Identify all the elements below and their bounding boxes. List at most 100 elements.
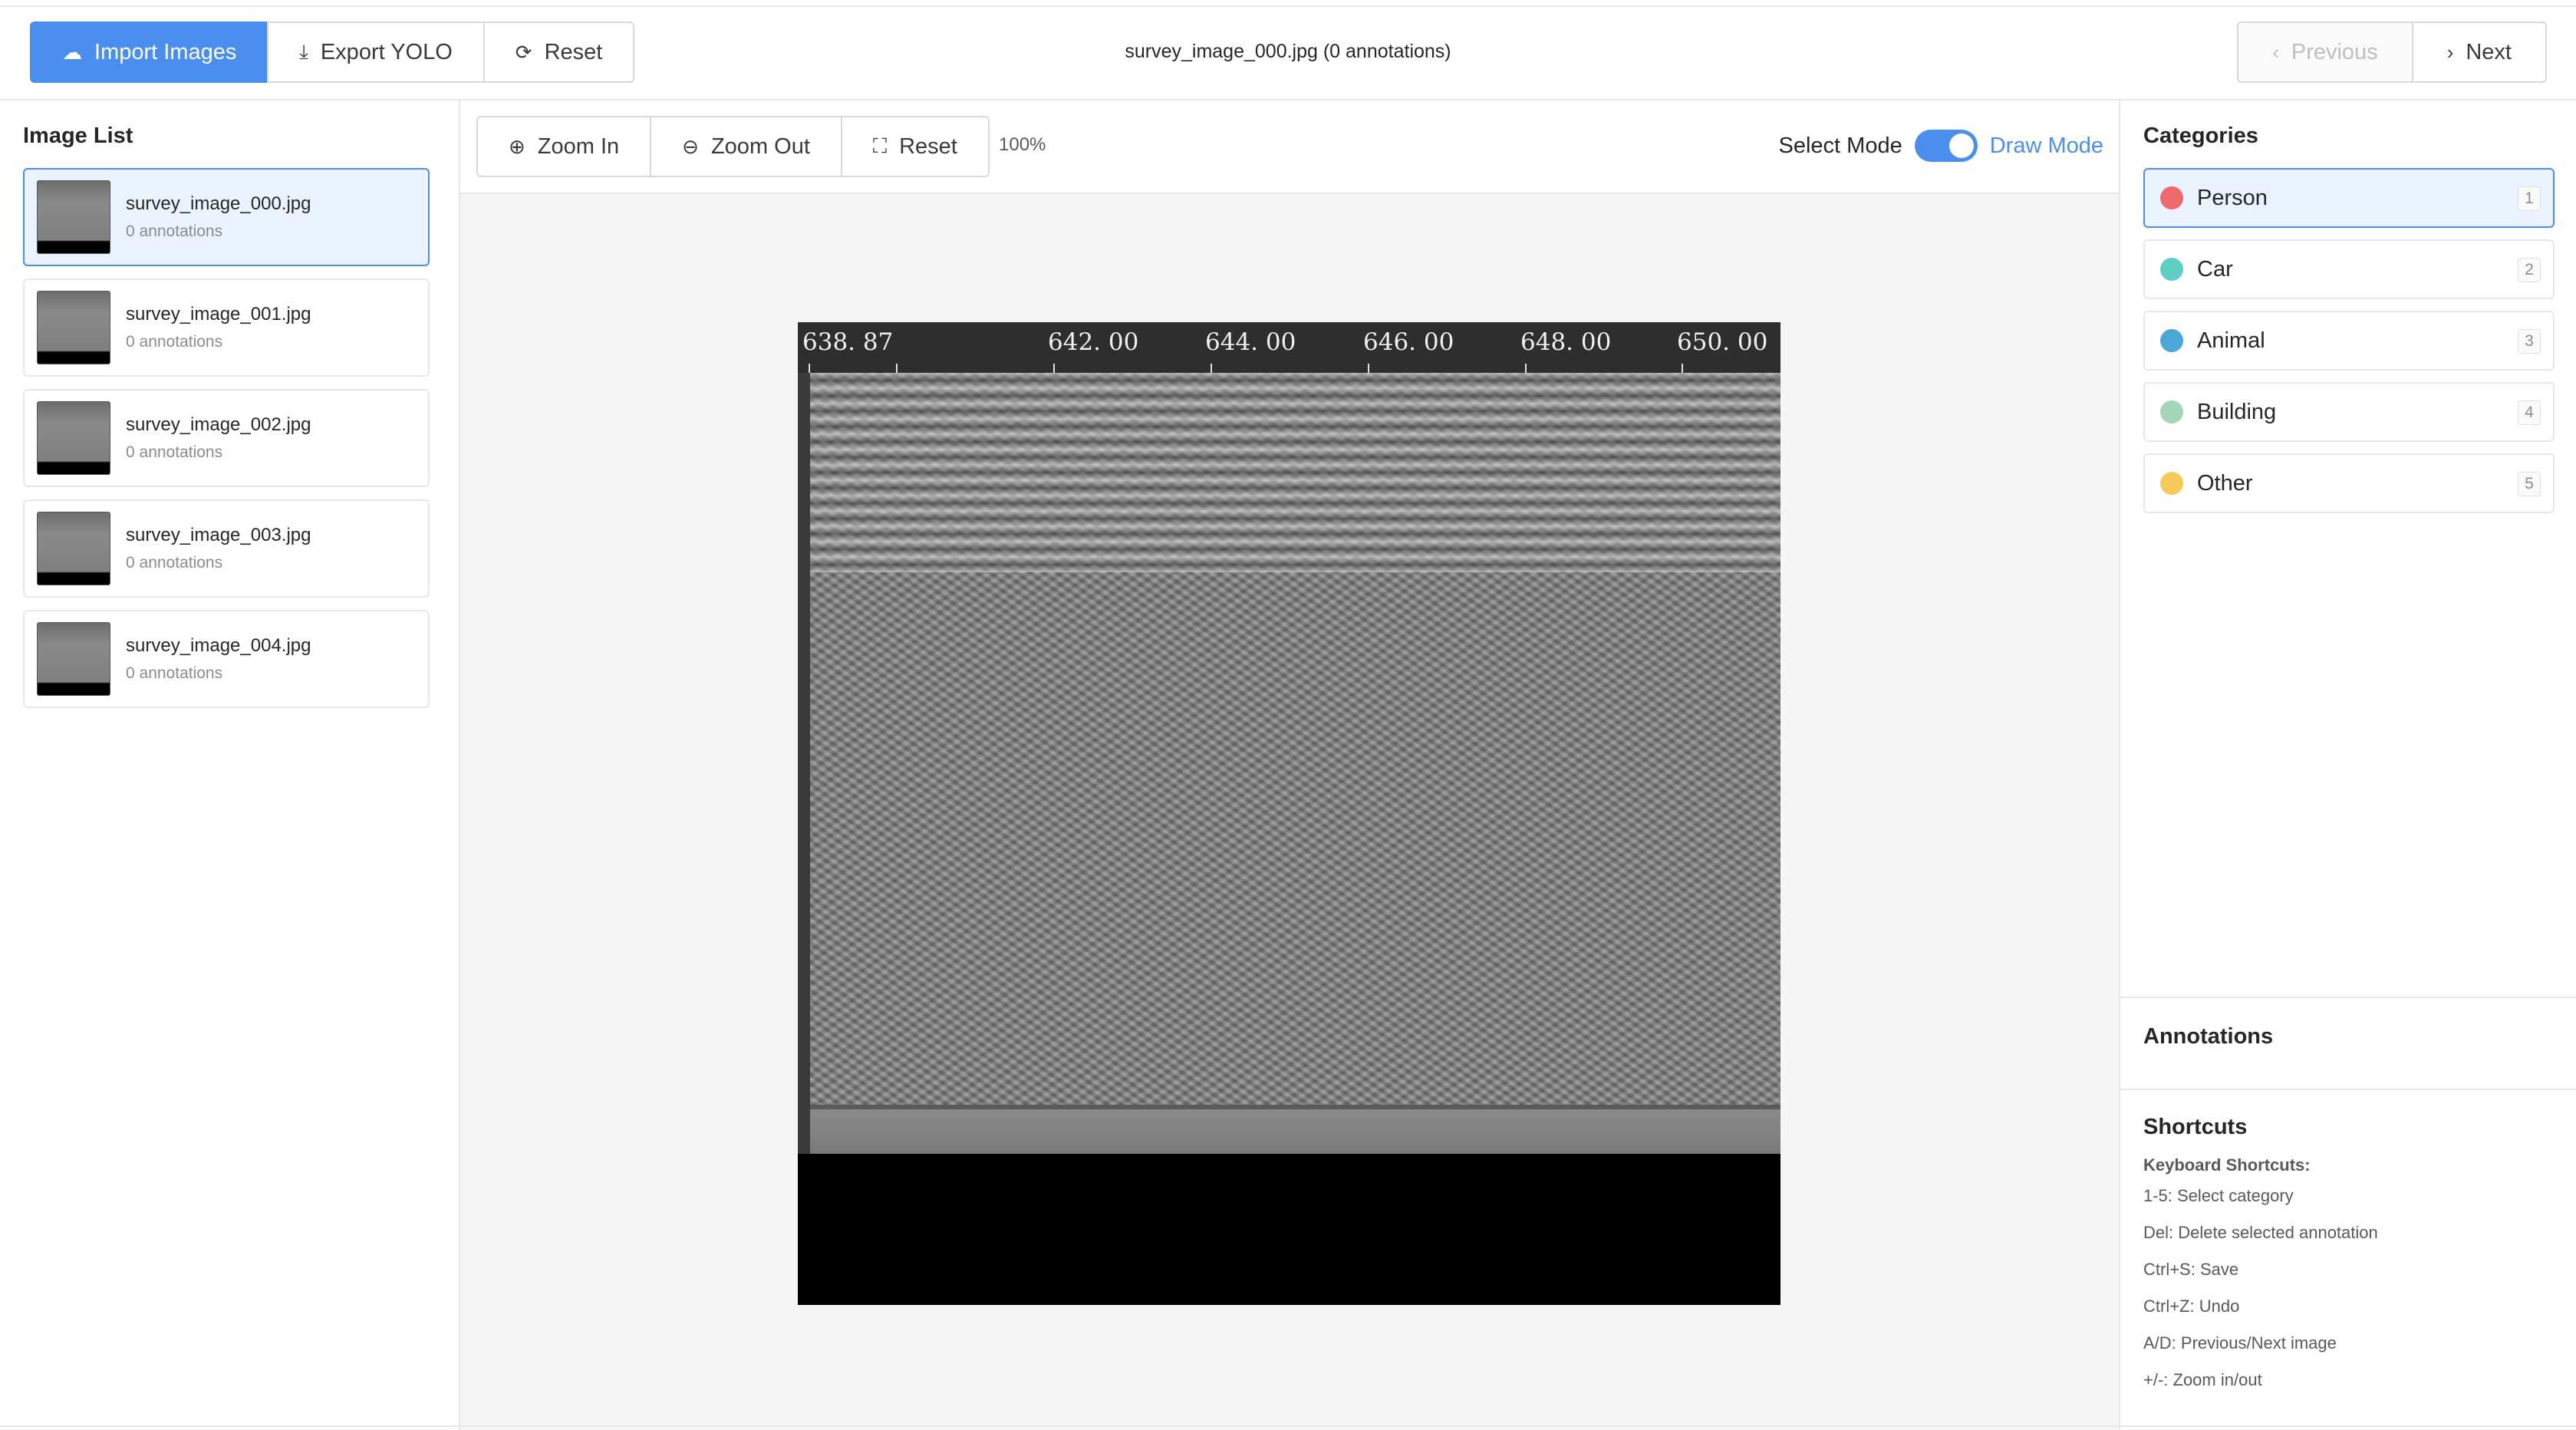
- shortcut-line: 1-5: Select category: [2143, 1186, 2294, 1205]
- current-image-title: survey_image_000.jpg (0 annotations): [1125, 41, 1451, 62]
- category-color-dot: [2160, 258, 2183, 281]
- canvas-panel: ⊕ Zoom In ⊖ Zoom Out ⛶ Reset 100% Select…: [460, 100, 2119, 1430]
- image-annotation-count: 0 annotations: [126, 443, 223, 461]
- annotations-title: Annotations: [2143, 1024, 2274, 1049]
- zoom-controls: ⊕ Zoom In ⊖ Zoom Out ⛶ Reset: [476, 116, 990, 177]
- category-other[interactable]: Other 5: [2143, 453, 2555, 513]
- scale-label: 644. 00: [1205, 328, 1296, 356]
- toggle-knob: [1948, 133, 1974, 158]
- canvas-toolbar: ⊕ Zoom In ⊖ Zoom Out ⛶ Reset 100% Select…: [460, 100, 2119, 194]
- shortcut-line: Ctrl+S: Save: [2143, 1260, 2239, 1279]
- scale-tick: [809, 364, 810, 373]
- scale-label: 646. 00: [1363, 328, 1454, 356]
- previous-button[interactable]: ‹ Previous: [2237, 21, 2413, 83]
- category-color-dot: [2160, 400, 2183, 423]
- zoom-in-button[interactable]: ⊕ Zoom In: [476, 116, 652, 177]
- scan-bottom-band: [810, 1105, 1780, 1154]
- image-thumbnail: [37, 291, 110, 364]
- category-car[interactable]: Car 2: [2143, 239, 2555, 299]
- zoom-out-icon: ⊖: [682, 134, 699, 158]
- shortcuts-heading: Keyboard Shortcuts:: [2143, 1155, 2311, 1175]
- next-button[interactable]: › Next: [2411, 21, 2547, 83]
- image-name: survey_image_002.jpg: [126, 414, 311, 435]
- mode-toggle[interactable]: [1914, 130, 1978, 162]
- scale-tick: [1211, 364, 1212, 373]
- scale-tick: [1525, 364, 1527, 373]
- chevron-left-icon: ‹: [2272, 40, 2279, 64]
- category-animal[interactable]: Animal 3: [2143, 311, 2555, 371]
- image-list-item[interactable]: survey_image_003.jpg 0 annotations: [23, 499, 430, 598]
- zoom-in-label: Zoom In: [537, 133, 620, 159]
- fullscreen-icon: ⛶: [872, 134, 888, 157]
- category-name: Building: [2197, 399, 2277, 424]
- category-shortcut-key: 5: [2518, 472, 2541, 496]
- annotation-canvas[interactable]: 638. 87 642. 00 644. 00 646. 00 648. 00 …: [798, 322, 1780, 1305]
- category-color-dot: [2160, 472, 2183, 495]
- image-name: survey_image_003.jpg: [126, 525, 311, 545]
- image-list-item[interactable]: survey_image_002.jpg 0 annotations: [23, 389, 430, 487]
- image-annotation-count: 0 annotations: [126, 333, 223, 351]
- category-shortcut-key: 4: [2518, 400, 2541, 425]
- image-annotation-count: 0 annotations: [126, 222, 223, 240]
- image-name: survey_image_004.jpg: [126, 635, 311, 656]
- top-border: [0, 0, 2576, 7]
- category-list: Person 1 Car 2 Animal 3 Building 4 Other…: [2143, 168, 2555, 525]
- category-color-dot: [2160, 186, 2183, 209]
- shortcuts-section: Shortcuts Keyboard Shortcuts: 1-5: Selec…: [2143, 1115, 2378, 1407]
- shortcut-line: +/-: Zoom in/out: [2143, 1370, 2262, 1389]
- image-name: survey_image_001.jpg: [126, 304, 311, 325]
- image-list-title: Image List: [23, 124, 133, 148]
- shortcut-line: Del: Delete selected annotation: [2143, 1223, 2378, 1242]
- reset-zoom-button[interactable]: ⛶ Reset: [840, 116, 990, 177]
- category-name: Person: [2197, 185, 2268, 210]
- image-thumbnail: [37, 622, 110, 696]
- categories-title: Categories: [2143, 124, 2258, 148]
- zoom-level: 100%: [999, 134, 1046, 155]
- image-list-item[interactable]: survey_image_000.jpg 0 annotations: [23, 168, 430, 266]
- scale-label: 638. 87: [802, 328, 894, 356]
- depth-scale-bar: 638. 87 642. 00 644. 00 646. 00 648. 00 …: [798, 322, 1780, 373]
- mode-switch: Select Mode Draw Mode: [1779, 130, 2103, 162]
- reset-zoom-label: Reset: [899, 133, 957, 159]
- category-name: Car: [2197, 256, 2233, 282]
- category-shortcut-key: 1: [2518, 186, 2541, 211]
- image-thumbnail: [37, 401, 110, 475]
- sidebar-right: Categories Person 1 Car 2 Animal 3 Build…: [2119, 100, 2576, 1430]
- image-thumbnail: [37, 512, 110, 585]
- zoom-in-icon: ⊕: [509, 134, 525, 158]
- image-list-panel: Image List survey_image_000.jpg 0 annota…: [0, 100, 460, 1430]
- chevron-right-icon: ›: [2446, 40, 2454, 64]
- scale-label: 642. 00: [1048, 328, 1139, 356]
- image-list-item[interactable]: survey_image_004.jpg 0 annotations: [23, 610, 430, 708]
- category-shortcut-key: 3: [2518, 329, 2541, 354]
- image-thumbnail: [37, 180, 110, 254]
- image-list: survey_image_000.jpg 0 annotations surve…: [23, 168, 430, 720]
- scale-label: 648. 00: [1520, 328, 1612, 356]
- next-label: Next: [2466, 39, 2512, 64]
- bottom-border: [0, 1425, 2576, 1427]
- category-name: Animal: [2197, 328, 2265, 353]
- image-navigation: ‹ Previous › Next: [2237, 21, 2547, 83]
- category-shortcut-key: 2: [2518, 258, 2541, 282]
- scale-tick: [1368, 364, 1369, 373]
- zoom-out-button[interactable]: ⊖ Zoom Out: [650, 116, 842, 177]
- select-mode-label: Select Mode: [1778, 133, 1902, 158]
- image-annotation-count: 0 annotations: [126, 664, 223, 682]
- scale-tick: [1053, 364, 1055, 373]
- image-name: survey_image_000.jpg: [126, 193, 311, 214]
- category-person[interactable]: Person 1: [2143, 168, 2555, 228]
- scale-tick: [896, 364, 898, 373]
- category-name: Other: [2197, 470, 2253, 496]
- shortcut-line: Ctrl+Z: Undo: [2143, 1297, 2240, 1316]
- image-list-item[interactable]: survey_image_001.jpg 0 annotations: [23, 278, 430, 377]
- shortcuts-title: Shortcuts: [2143, 1115, 2248, 1139]
- category-color-dot: [2160, 329, 2183, 352]
- scale-label: 650. 00: [1677, 328, 1768, 356]
- category-building[interactable]: Building 4: [2143, 382, 2555, 442]
- scan-edge: [798, 373, 810, 1154]
- radar-scan-image: [810, 373, 1780, 1154]
- annotations-section: Annotations: [2120, 997, 2576, 1090]
- zoom-out-label: Zoom Out: [710, 133, 810, 159]
- draw-mode-label: Draw Mode: [1989, 133, 2103, 158]
- image-annotation-count: 0 annotations: [126, 554, 223, 572]
